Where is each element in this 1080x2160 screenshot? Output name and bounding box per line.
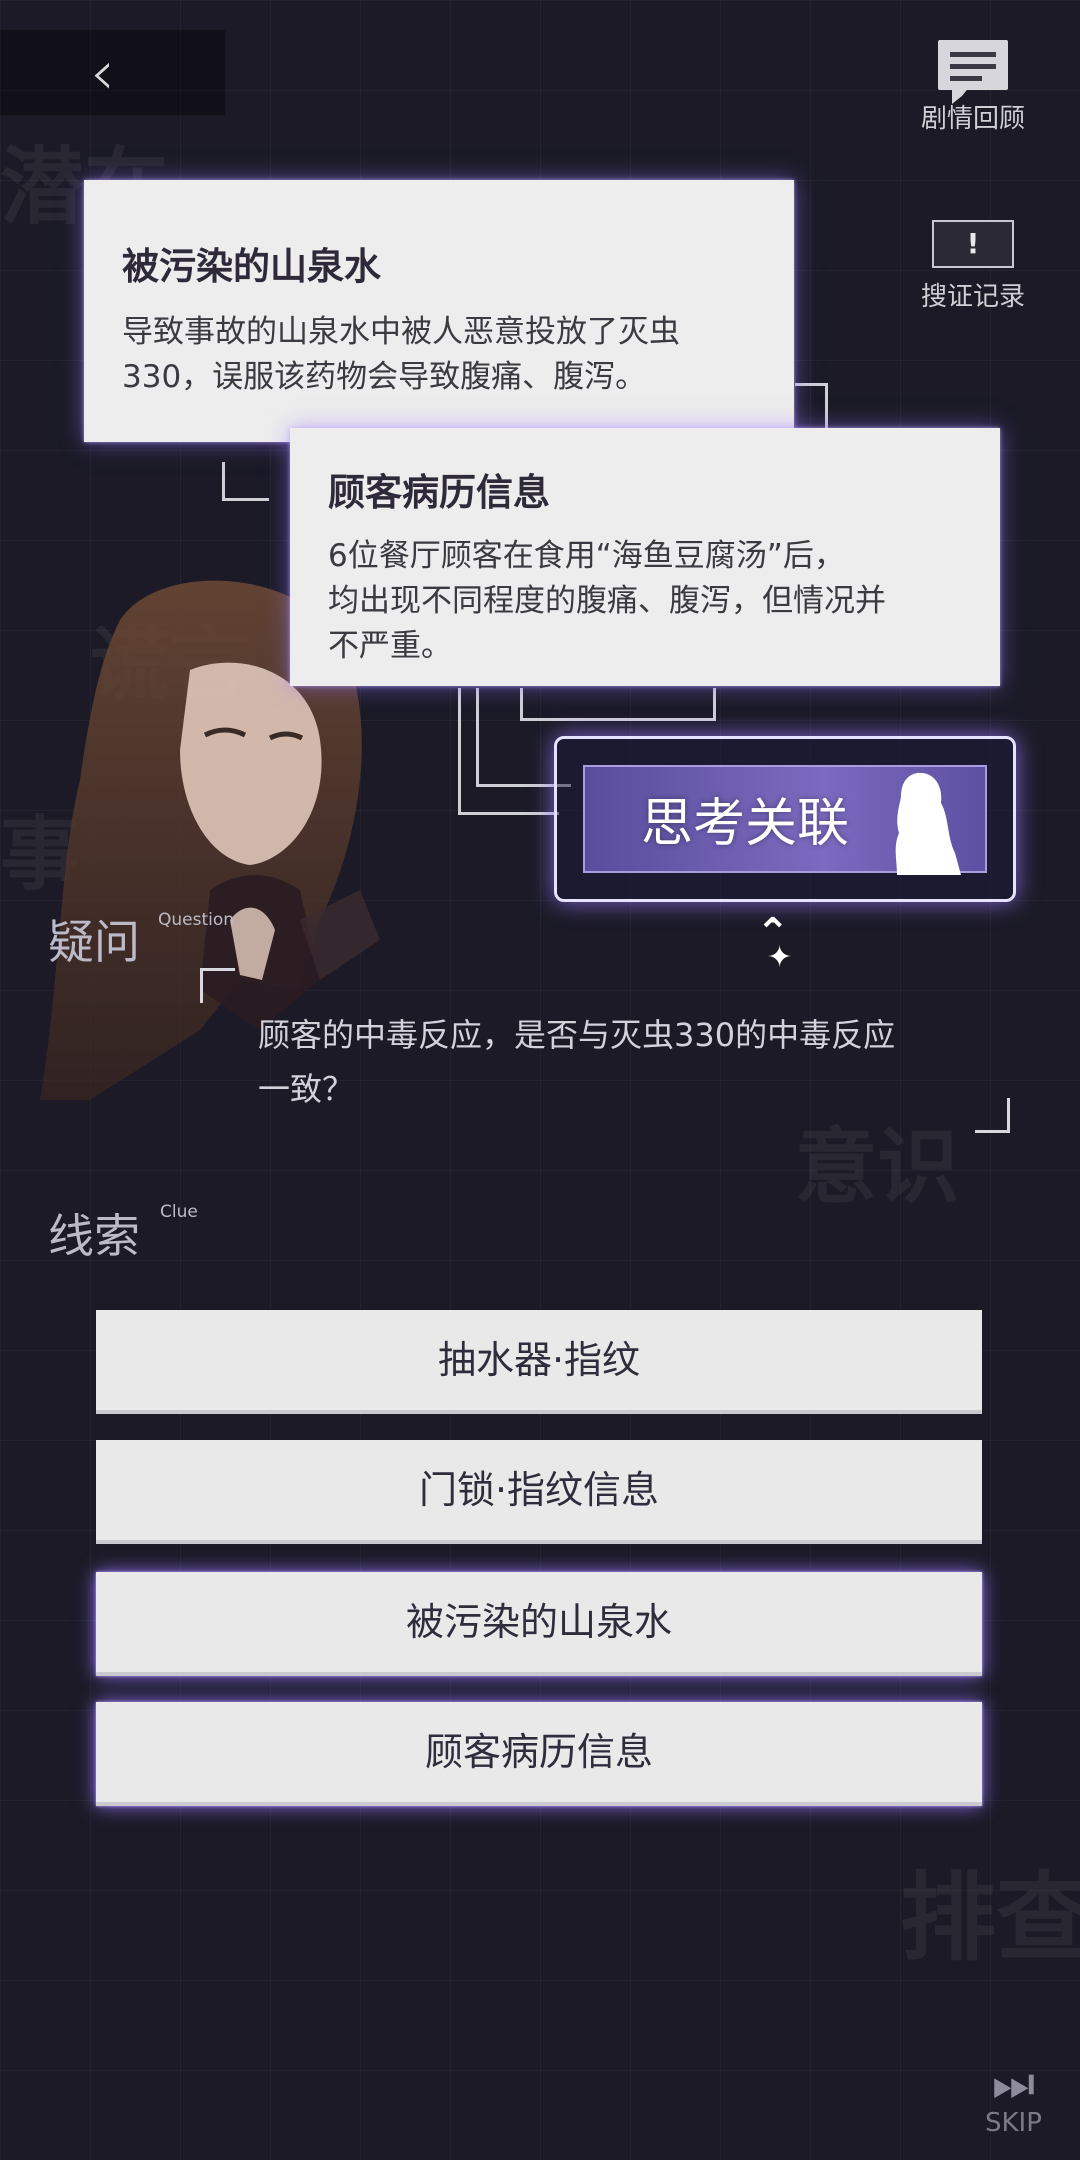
skip-button[interactable]: ⏭ SKIP — [985, 2060, 1042, 2138]
skip-label: SKIP — [985, 2108, 1042, 2138]
question-box: 顾客的中毒反应，是否与灭虫330的中毒反应 一致？ — [200, 968, 1010, 1133]
chat-bubble-icon — [938, 40, 1008, 104]
think-connect-button[interactable]: 思考关联 — [554, 736, 1016, 902]
clue-card-spring-water: 被污染的山泉水 导致事故的山泉水中被人恶意投放了灭虫 330，误服该药物会导致腹… — [84, 180, 794, 442]
card-text-line: 6位餐厅顾客在食用“海鱼豆腐汤”后， — [328, 538, 845, 574]
connector-line — [222, 462, 269, 501]
question-section-sup: Question — [158, 910, 235, 930]
clue-section-title: 线索 — [48, 1209, 140, 1263]
card-text-line: 均出现不同程度的腹痛、腹泻，但情况并 — [328, 583, 886, 619]
evidence-log-label: 搜证记录 — [920, 282, 1025, 312]
card-title: 顾客病历信息 — [328, 471, 550, 514]
story-review-label: 剧情回顾 — [920, 104, 1025, 134]
chevron-left-icon: ‹ — [90, 36, 115, 109]
think-connect-inner: 思考关联 — [583, 765, 987, 875]
clue-item-pump-fingerprint[interactable]: 抽水器·指纹 — [96, 1310, 982, 1414]
think-connect-label: 思考关联 — [641, 794, 850, 854]
card-title: 被污染的山泉水 — [122, 245, 381, 288]
corner-bracket — [975, 1098, 1010, 1133]
evidence-log-button[interactable]: ! 搜证记录 — [903, 220, 1043, 313]
card-text-line: 导致事故的山泉水中被人恶意投放了灭虫 — [122, 314, 680, 350]
question-text-line: 一致？ — [258, 1070, 355, 1108]
connector-line — [458, 688, 559, 815]
question-text-line: 顾客的中毒反应，是否与灭虫330的中毒反应 — [258, 1016, 896, 1054]
question-section-title: 疑问 — [48, 915, 140, 969]
clue-card-medical-records: 顾客病历信息 6位餐厅顾客在食用“海鱼豆腐汤”后， 均出现不同程度的腹痛、腹泻，… — [290, 428, 1000, 686]
clue-item-medical-records[interactable]: 顾客病历信息 — [96, 1702, 982, 1806]
card-text-line: 330，误服该药物会导致腹痛、腹泻。 — [122, 359, 647, 395]
story-review-button[interactable]: 剧情回顾 — [903, 40, 1043, 135]
clue-section-sup: Clue — [160, 1202, 198, 1222]
evidence-log-icon: ! — [932, 220, 1014, 268]
girl-silhouette-icon — [895, 772, 961, 875]
clue-item-lock-fingerprint[interactable]: 门锁·指纹信息 — [96, 1440, 982, 1544]
back-button[interactable]: ‹ — [0, 30, 225, 115]
card-text-line: 不严重。 — [328, 628, 452, 664]
corner-bracket — [200, 968, 235, 1003]
skip-forward-icon: ⏭ — [991, 2056, 1036, 2112]
clue-item-spring-water[interactable]: 被污染的山泉水 — [96, 1572, 982, 1676]
bg-word: 排查 — [900, 1861, 1080, 1974]
